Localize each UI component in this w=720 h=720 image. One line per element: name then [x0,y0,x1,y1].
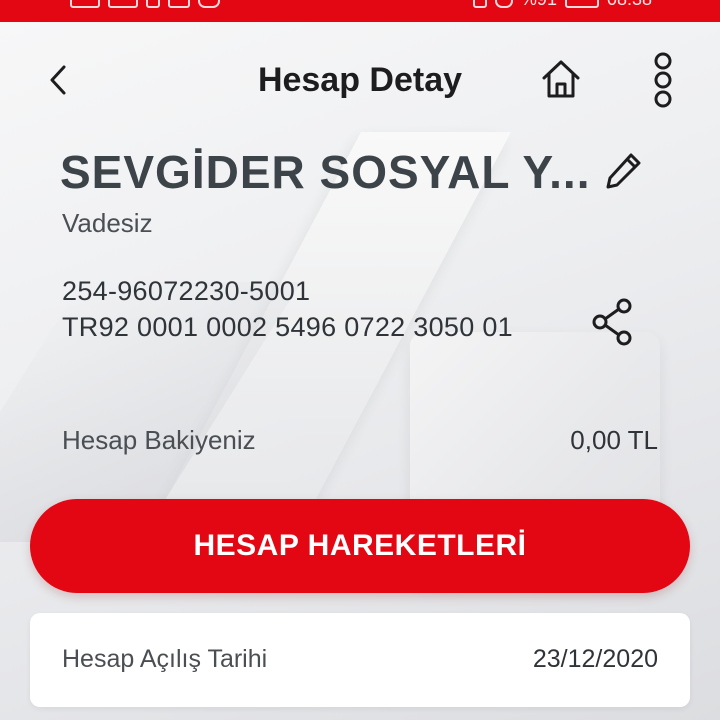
more-options-button[interactable] [646,52,680,108]
share-icon [592,298,632,346]
account-type: Vadesiz [62,208,153,238]
edit-account-name-button[interactable] [600,148,646,194]
balance-value: 0,00 TL [570,425,658,455]
alarm-icon [494,0,513,8]
account-name: SEVGİDER SOSYAL Y... [60,146,591,198]
app-header: Hesap Detay [0,40,720,120]
hd-icon [70,0,100,8]
account-transactions-label: HESAP HAREKETLERİ [193,529,527,562]
status-bar: %91 08:38 [0,0,720,22]
balance-label: Hesap Bakiyeniz [62,425,256,455]
back-button[interactable] [36,58,80,102]
home-icon [542,60,580,98]
nfc-icon [472,0,487,8]
home-button[interactable] [536,54,586,104]
opening-date-label: Hesap Açılış Tarihi [62,645,268,673]
clock: 08:38 [607,0,652,8]
sim-icon [146,0,160,8]
message-icon [168,0,190,8]
status-bar-left [70,0,220,8]
account-opening-date-card: Hesap Açılış Tarihi 23/12/2020 [30,613,690,707]
status-bar-right: %91 08:38 [472,0,652,8]
more-vertical-icon [654,52,672,108]
battery-icon [564,0,599,8]
account-number: 254-96072230-5001 [62,276,311,306]
opening-date-value: 23/12/2020 [532,645,658,673]
signal-icon [108,0,138,8]
whatsapp-icon [198,0,220,8]
account-transactions-button[interactable]: HESAP HAREKETLERİ [30,499,690,593]
account-iban: TR92 0001 0002 5496 0722 3050 01 [62,312,513,342]
battery-percent: %91 [521,0,557,8]
page-title: Hesap Detay [257,61,463,99]
chevron-left-icon [50,65,66,95]
share-button[interactable] [588,296,638,348]
pencil-icon [606,153,641,189]
